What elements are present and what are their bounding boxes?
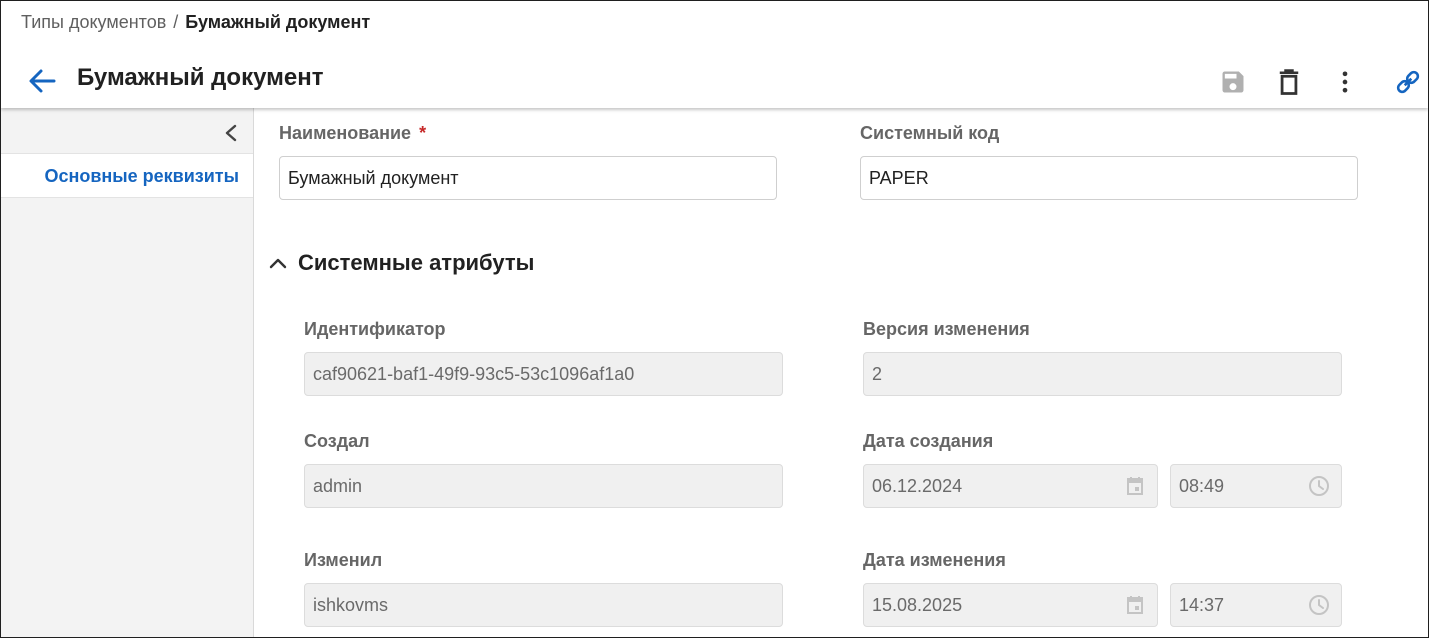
back-arrow-icon[interactable]	[27, 67, 57, 95]
id-label: Идентификатор	[304, 319, 446, 339]
breadcrumb: Типы документов / Бумажный документ	[21, 11, 370, 33]
name-label: Наименование *	[279, 123, 427, 143]
sidebar-item-main-details[interactable]: Основные реквизиты	[1, 153, 253, 198]
header-bar: Типы документов / Бумажный документ Бумажн…	[1, 1, 1428, 108]
more-vert-icon[interactable]	[1331, 67, 1359, 97]
breadcrumb-current: Бумажный документ	[185, 12, 371, 32]
chevron-up-icon	[269, 258, 287, 269]
clock-icon[interactable]	[1307, 474, 1331, 498]
system-attributes-header[interactable]: Системные атрибуты	[268, 248, 534, 278]
calendar-icon[interactable]	[1123, 593, 1147, 617]
code-label: Системный код	[860, 123, 1000, 143]
main-content: Наименование* Системный код Системные ат…	[254, 108, 1428, 637]
id-field	[304, 352, 783, 396]
link-icon[interactable]	[1394, 67, 1422, 97]
modified-at-label: Дата изменения	[863, 550, 1006, 570]
version-label: Версия изменения	[863, 319, 1030, 339]
created-date-field	[863, 464, 1158, 508]
code-field[interactable]	[860, 156, 1358, 200]
created-at-label: Дата создания	[863, 431, 994, 451]
sidebar: Основные реквизиты	[1, 108, 254, 637]
section-title: Системные атрибуты	[298, 250, 535, 275]
delete-icon[interactable]	[1275, 67, 1303, 97]
app-window: Типы документов / Бумажный документ Бумажн…	[0, 0, 1429, 638]
name-field[interactable]	[279, 156, 777, 200]
sidebar-item-label: Основные реквизиты	[44, 166, 239, 186]
chevron-left-icon[interactable]	[221, 122, 241, 144]
calendar-icon[interactable]	[1123, 474, 1147, 498]
modified-by-label: Изменил	[304, 550, 383, 570]
breadcrumb-parent-link[interactable]: Типы документов	[21, 12, 166, 32]
modified-by-field	[304, 583, 783, 627]
created-by-field	[304, 464, 783, 508]
created-by-label: Создал	[304, 431, 370, 451]
version-field	[863, 352, 1342, 396]
page-title: Бумажный документ	[77, 64, 324, 91]
required-mark: *	[419, 123, 427, 143]
breadcrumb-separator: /	[173, 12, 179, 32]
modified-date-field	[863, 583, 1158, 627]
save-icon[interactable]	[1219, 67, 1247, 97]
clock-icon[interactable]	[1307, 593, 1331, 617]
